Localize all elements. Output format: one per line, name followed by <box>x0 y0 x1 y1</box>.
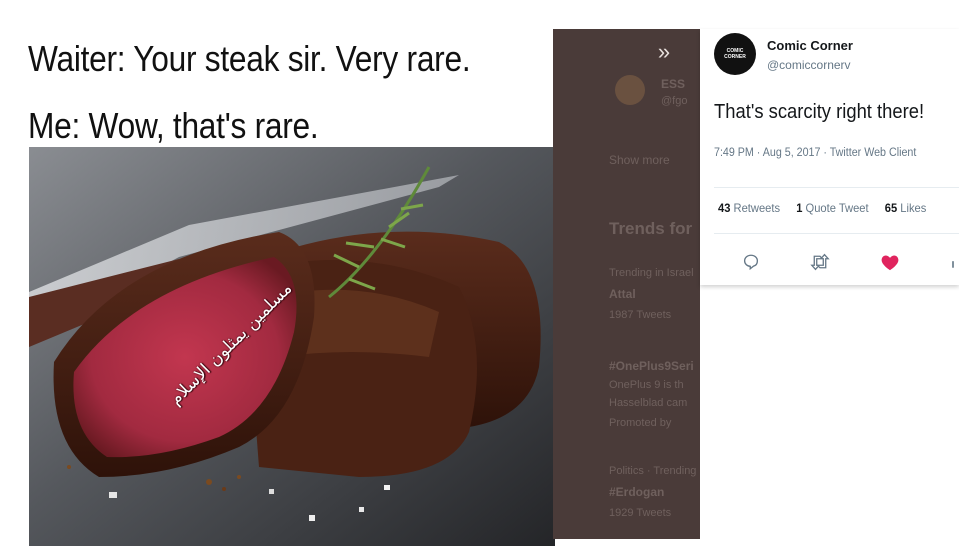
user-handle[interactable]: @comiccornerv <box>767 58 851 72</box>
meme-caption-line-2: Me: Wow, that's rare. <box>28 105 319 146</box>
tweet-text: That's scarcity right there! <box>714 101 925 123</box>
trends-title: Trends for <box>609 219 693 238</box>
screenshot-frame: Waiter: Your steak sir. Very rare. Me: W… <box>0 0 959 552</box>
trend-name[interactable]: #Erdogan <box>609 485 664 499</box>
trend-count: 1929 Tweets <box>609 507 672 519</box>
dimmed-sidebar: » ESS @fgo Show more Trends for Trending… <box>553 29 700 539</box>
trend-description: Hasselblad cam <box>609 397 688 409</box>
trend-promoted: Promoted by <box>609 417 672 429</box>
share-icon[interactable] <box>940 249 959 275</box>
meme-image: Waiter: Your steak sir. Very rare. Me: W… <box>6 4 555 546</box>
tweet-timestamp[interactable]: 7:49 PM · Aug 5, 2017 · Twitter Web Clie… <box>714 147 916 159</box>
trend-context: Politics · Trending <box>609 465 697 477</box>
meme-caption-line-1: Waiter: Your steak sir. Very rare. <box>28 38 471 79</box>
display-name[interactable]: Comic Corner <box>767 38 853 53</box>
trend-count: 1987 Tweets <box>609 309 672 321</box>
trend-context: Trending in Israel <box>609 267 694 279</box>
avatar-text: CORNER <box>724 54 746 60</box>
tweet-stats: 43 Retweets 1 Quote Tweet 65 Likes <box>718 201 939 215</box>
retweets-stat[interactable]: 43 Retweets <box>718 201 780 215</box>
divider <box>714 233 959 234</box>
avatar[interactable]: COMIC CORNER <box>714 33 756 75</box>
steak-photo <box>29 147 555 546</box>
divider <box>714 187 959 188</box>
trend-name[interactable]: Attal <box>609 287 636 301</box>
likes-stat[interactable]: 65 Likes <box>885 201 927 215</box>
show-more-link[interactable]: Show more <box>609 153 670 167</box>
ghost-name: ESS <box>661 77 686 91</box>
tweet-actions <box>700 249 959 275</box>
trend-description: OnePlus 9 is th <box>609 379 684 391</box>
collapse-chevron-icon[interactable]: » <box>649 37 679 67</box>
quote-tweets-stat[interactable]: 1 Quote Tweet <box>796 201 868 215</box>
ghost-handle: @fgo <box>661 95 688 107</box>
tweet-card: COMIC CORNER Comic Corner @comiccornerv … <box>700 29 959 285</box>
trend-name[interactable]: #OnePlus9Seri <box>609 359 694 373</box>
reply-icon[interactable] <box>738 249 764 275</box>
retweet-icon[interactable] <box>807 249 833 275</box>
heart-icon[interactable] <box>877 249 903 275</box>
ghost-avatar <box>615 75 645 105</box>
